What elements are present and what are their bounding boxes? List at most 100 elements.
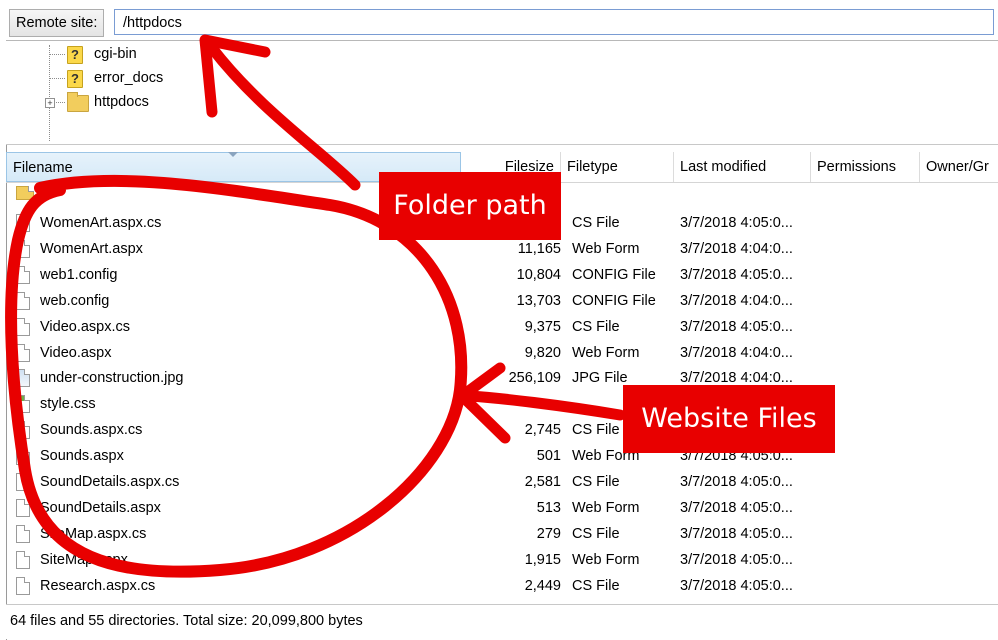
sort-arrow-icon [228, 152, 238, 157]
file-modified: 3/7/2018 4:05:0... [680, 525, 793, 542]
file-name: under-construction.jpg [40, 370, 184, 387]
file-icon [16, 473, 30, 491]
tree-item-label: httpdocs [94, 94, 149, 110]
file-size: 13,703 [516, 292, 561, 309]
file-name: web.config [40, 292, 110, 309]
file-name: style.css [40, 396, 96, 413]
list-item[interactable]: style.css [6, 391, 998, 417]
file-size: 1,915 [524, 551, 561, 568]
file-type: CS File [572, 215, 620, 231]
file-icon [16, 498, 30, 517]
tree-item-label: cgi-bin [94, 46, 137, 62]
file-icon [16, 576, 30, 595]
tree-item-label: error_docs [94, 70, 164, 86]
file-name: Video.aspx [40, 344, 112, 361]
file-icon [16, 265, 30, 284]
file-type: CS File [572, 474, 620, 490]
file-size: 9,375 [524, 318, 561, 335]
list-item[interactable]: web.config 13,703 CONFIG File 3/7/2018 4:04… [6, 288, 998, 314]
file-type: JPG File [572, 370, 628, 387]
file-type: CS File [572, 318, 620, 335]
file-name: WomenArt.aspx [40, 240, 143, 257]
file-size: 2,745 [524, 422, 561, 439]
file-name: Sounds.aspx [40, 448, 124, 465]
remote-site-label: Remote site: [9, 9, 105, 37]
list-item[interactable]: Research.aspx.cs 2,449 CS File 3/7/2018 4:0… [6, 573, 998, 599]
file-name: Sounds.aspx.cs [40, 422, 143, 439]
file-modified: 3/7/2018 4:05:0... [680, 474, 793, 490]
column-filetype[interactable]: Filetype [561, 152, 674, 182]
file-name: SiteMap.aspx.cs [40, 525, 147, 542]
file-size: 10,804 [516, 266, 561, 283]
list-item[interactable]: Sounds.aspx.cs 2,745 CS File [6, 417, 998, 443]
file-type: CONFIG File [572, 266, 656, 283]
file-icon [16, 317, 30, 336]
file-size: 2,449 [524, 577, 561, 594]
website-files-callout: Website Files [623, 385, 835, 453]
file-modified: 3/7/2018 4:05:0... [680, 266, 793, 283]
file-icon [16, 447, 30, 466]
file-modified: 3/7/2018 4:05:0... [680, 577, 793, 594]
file-name: WomenArt.aspx.cs [40, 215, 162, 231]
question-folder-icon: ? [67, 46, 83, 64]
file-name: SoundDetails.aspx.cs [40, 474, 180, 490]
file-name: web1.config [40, 266, 118, 283]
file-type: Web Form [572, 499, 640, 516]
expand-icon[interactable]: + [45, 98, 55, 108]
list-item[interactable]: SoundDetails.aspx.cs 2,581 CS File 3/7/2018… [6, 469, 998, 495]
file-type: Web Form [572, 344, 640, 361]
file-icon [16, 239, 30, 258]
file-name: .. [40, 185, 49, 201]
folder-path-callout: Folder path [379, 172, 561, 240]
file-size: 256,109 [508, 370, 561, 387]
file-size: 501 [536, 448, 561, 465]
file-type: Web Form [572, 551, 640, 568]
file-name: Research.aspx.cs [40, 577, 156, 594]
file-size: 9,820 [524, 344, 561, 361]
remote-path-input[interactable]: /httpdocs [114, 9, 994, 35]
file-modified: 3/7/2018 4:04:0... [680, 344, 793, 361]
file-modified: 3/7/2018 4:05:0... [680, 499, 793, 516]
column-owner-group[interactable]: Owner/Gr [920, 152, 998, 182]
list-item[interactable]: web1.config 10,804 CONFIG File 3/7/2018 4:0… [6, 262, 998, 288]
file-size: 2,581 [524, 474, 561, 490]
file-name: SiteMap.aspx [40, 551, 128, 568]
list-item[interactable]: SiteMap.aspx 1,915 Web Form 3/7/2018 4:05:0… [6, 547, 998, 573]
file-type: CONFIG File [572, 292, 656, 309]
file-modified: 3/7/2018 4:04:0... [680, 292, 793, 309]
remote-site-bar: Remote site: /httpdocs [6, 6, 998, 41]
file-name: SoundDetails.aspx [40, 499, 161, 516]
file-modified: 3/7/2018 4:05:0... [680, 215, 793, 231]
file-type: CS File [572, 422, 620, 439]
file-icon [16, 550, 30, 569]
list-item[interactable]: under-construction.jpg 256,109 JPG File 3/7… [6, 365, 998, 391]
tree-line [49, 45, 50, 141]
list-item[interactable]: SiteMap.aspx.cs 279 CS File 3/7/2018 4:05:0… [6, 521, 998, 547]
file-type: CS File [572, 525, 620, 542]
file-icon [16, 524, 30, 543]
file-size: 513 [536, 499, 561, 516]
file-icon [16, 214, 30, 232]
file-icon [16, 291, 30, 310]
css-file-icon [16, 395, 30, 414]
list-item[interactable]: SoundDetails.aspx 513 Web Form 3/7/2018 4:0… [6, 495, 998, 521]
file-modified: 3/7/2018 4:04:0... [680, 240, 793, 257]
file-icon [16, 421, 30, 440]
folder-icon [16, 186, 34, 200]
list-item[interactable]: Sounds.aspx 501 Web Form 3/7/2018 4:05:0... [6, 443, 998, 469]
list-item[interactable]: Video.aspx.cs 9,375 CS File 3/7/2018 4:05:0… [6, 314, 998, 340]
file-name: Video.aspx.cs [40, 318, 131, 335]
remote-directory-tree: ? cgi-bin ? error_docs + httpdocs [6, 41, 998, 145]
question-folder-icon: ? [67, 70, 83, 88]
file-icon [16, 343, 30, 362]
folder-icon [67, 92, 89, 112]
file-size: 279 [536, 525, 561, 542]
column-last-modified[interactable]: Last modified [674, 152, 811, 182]
list-item[interactable]: Video.aspx 9,820 Web Form 3/7/2018 4:04:0..… [6, 340, 998, 366]
file-modified: 3/7/2018 4:05:0... [680, 318, 793, 335]
status-bar: 64 files and 55 directories. Total size:… [6, 604, 998, 639]
file-type: Web Form [572, 240, 640, 257]
column-permissions[interactable]: Permissions [811, 152, 920, 182]
file-modified: 3/7/2018 4:05:0... [680, 551, 793, 568]
file-type: CS File [572, 577, 620, 594]
